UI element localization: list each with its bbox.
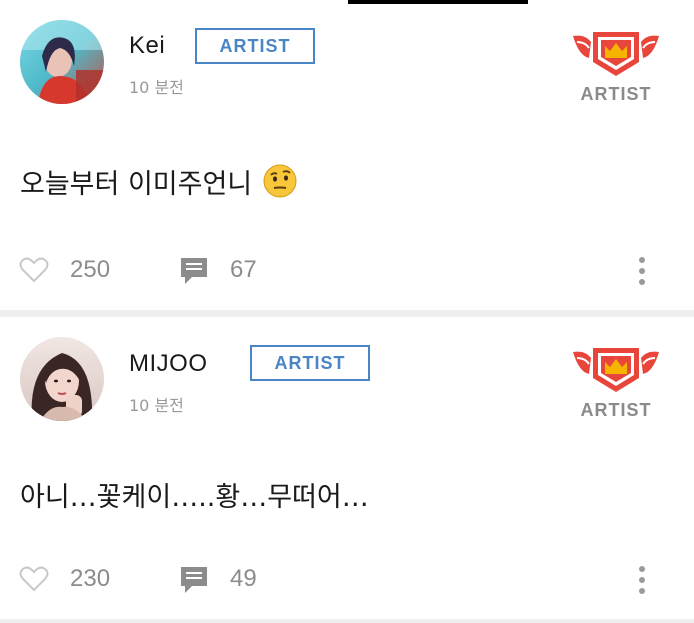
post-text[interactable]: 아니…꽃케이…..황…무떠어… [20, 475, 369, 514]
post-actions: 250 67 [0, 250, 694, 290]
heart-icon[interactable] [19, 256, 49, 284]
comment-count[interactable]: 67 [230, 256, 257, 284]
post-card[interactable]: MIJOO ARTIST 10 분전 ARTIST 아니…꽃케이…..황…무떠어… [0, 317, 694, 619]
post-text-body: 아니…꽃케이…..황…무떠어… [20, 482, 369, 513]
more-vertical-icon[interactable] [633, 254, 651, 288]
face-with-raised-eyebrow-icon [263, 164, 297, 198]
post-card[interactable]: Kei ARTIST 10 분전 ARTIST 오늘부터 이미주언니 250 6… [0, 4, 694, 310]
artist-rank-badge: ARTIST [570, 28, 662, 105]
comment-icon[interactable] [179, 565, 209, 595]
crown-icon [573, 348, 659, 392]
post-text[interactable]: 오늘부터 이미주언니 [20, 162, 297, 201]
crown-icon [573, 32, 659, 76]
post-divider [0, 619, 694, 623]
rank-label: ARTIST [580, 400, 652, 420]
post-text-body: 오늘부터 이미주언니 [20, 169, 253, 200]
comment-icon[interactable] [179, 256, 209, 286]
comment-count[interactable]: 49 [230, 565, 257, 593]
avatar[interactable] [20, 20, 104, 104]
artist-badge: ARTIST [195, 28, 315, 64]
heart-icon[interactable] [19, 565, 49, 593]
post-time: 10 분전 [129, 396, 184, 415]
rank-label: ARTIST [580, 84, 652, 104]
post-actions: 230 49 [0, 559, 694, 599]
post-time: 10 분전 [129, 78, 184, 97]
more-vertical-icon[interactable] [633, 563, 651, 597]
post-divider [0, 310, 694, 317]
author-name[interactable]: MIJOO [129, 350, 208, 378]
like-count[interactable]: 250 [70, 256, 110, 284]
artist-badge: ARTIST [250, 345, 370, 381]
artist-rank-badge: ARTIST [570, 344, 662, 421]
like-count[interactable]: 230 [70, 565, 110, 593]
author-name[interactable]: Kei [129, 32, 165, 60]
avatar[interactable] [20, 337, 104, 421]
